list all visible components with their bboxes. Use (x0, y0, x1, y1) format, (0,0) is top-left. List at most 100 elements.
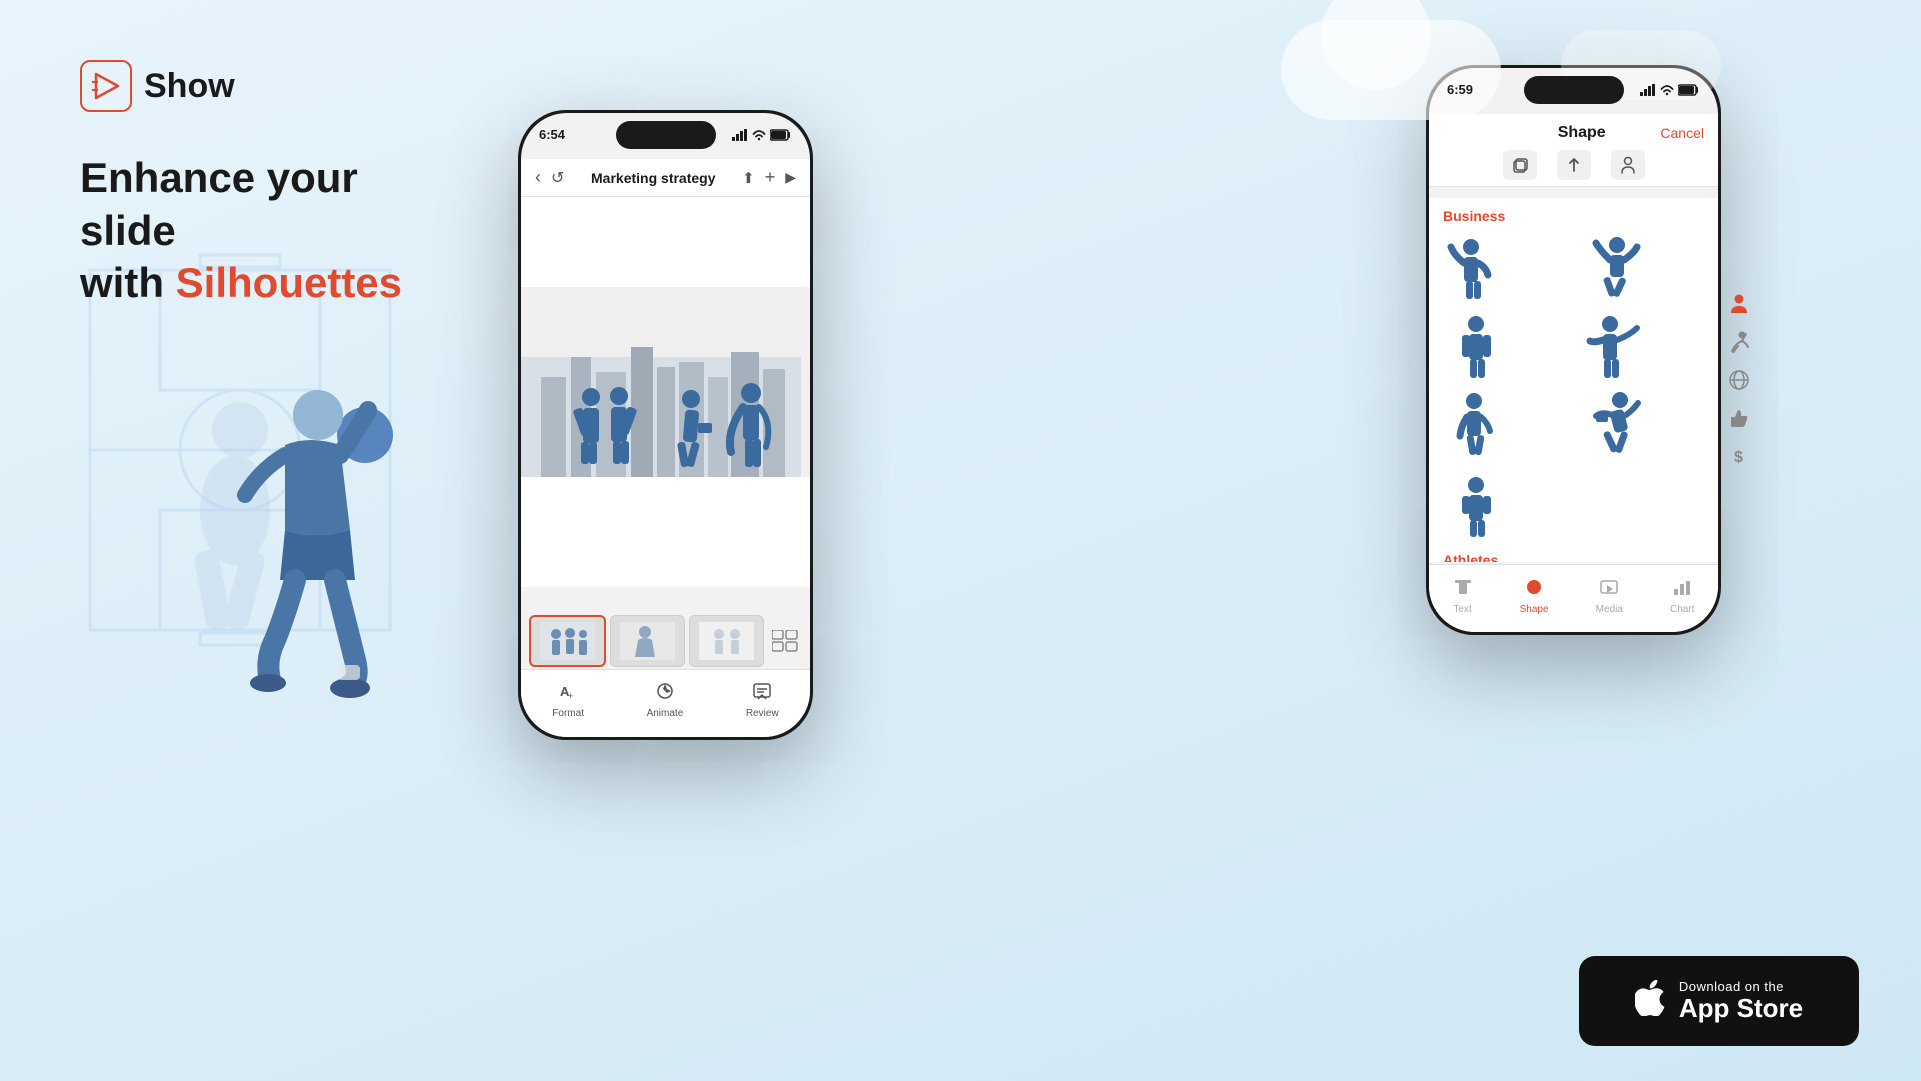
thumbsup-category-icon[interactable] (1725, 404, 1753, 432)
review-tab[interactable]: Review (746, 681, 779, 719)
slide-content (521, 287, 810, 477)
thumb-silhouette-1 (540, 622, 595, 660)
cancel-button[interactable]: Cancel (1660, 125, 1704, 141)
running-category-icon[interactable] (1725, 328, 1753, 356)
format-icon: A + (558, 681, 578, 706)
logo-area: Show (80, 60, 460, 112)
battery-icon (770, 129, 792, 141)
shape-panel-title-row: Shape Cancel (1443, 124, 1704, 142)
biz-silhouette-1 (1446, 235, 1511, 300)
format-label: Format (552, 708, 584, 719)
phone-2-status-bar: 6:59 (1447, 82, 1700, 97)
phone2-signal-icon (1640, 84, 1656, 96)
svg-text:$: $ (1734, 449, 1743, 466)
apple-logo-svg (1635, 980, 1665, 1016)
business-shape-grid (1443, 232, 1708, 458)
business-shape-5[interactable] (1443, 388, 1513, 458)
slides-icon[interactable] (768, 624, 802, 658)
thumbsup-cat-svg (1728, 407, 1750, 429)
copy-icon-svg (1511, 156, 1529, 174)
chart-tab[interactable]: Chart (1670, 577, 1694, 615)
business-shape-2[interactable] (1580, 232, 1650, 302)
dollar-category-icon[interactable]: $ (1725, 442, 1753, 470)
shape-panel-title: Shape (1503, 124, 1660, 142)
biz-silhouette-7 (1446, 473, 1511, 538)
format-svg: A + (558, 681, 578, 701)
signal-icon (732, 129, 748, 141)
app-store-line1: Download on the (1679, 979, 1803, 994)
text-tab-icon (1453, 577, 1473, 602)
phone-1-status-bar: 6:54 (539, 127, 792, 142)
thumbnail-1[interactable] (529, 615, 606, 667)
review-label: Review (746, 708, 779, 719)
biz-silhouette-2 (1582, 235, 1647, 300)
text-tab[interactable]: Text (1453, 577, 1473, 615)
arrange-icon-svg (1565, 156, 1583, 174)
nav-left-icons: ‹ ↺ (535, 167, 564, 188)
undo-icon[interactable]: ↺ (551, 168, 564, 188)
phone-1-status-icons (732, 129, 792, 141)
business-shape-1[interactable] (1443, 232, 1513, 302)
business-shape-4[interactable] (1580, 310, 1650, 380)
media-icon-svg (1599, 577, 1619, 597)
app-store-button[interactable]: Download on the App Store (1579, 956, 1859, 1046)
review-icon (752, 681, 772, 706)
shape-icon-svg (1524, 577, 1544, 597)
biz-silhouette-5 (1446, 391, 1511, 456)
business-shape-3[interactable] (1443, 310, 1513, 380)
arrange-icon[interactable] (1557, 150, 1591, 180)
running-cat-svg (1728, 331, 1750, 353)
person-category-icon[interactable] (1725, 290, 1753, 318)
animate-tab[interactable]: Animate (647, 681, 684, 719)
slide-bottom (521, 477, 810, 587)
phone-1-nav-title: Marketing strategy (564, 170, 742, 186)
biz-silhouette-3 (1446, 313, 1511, 378)
format-tab[interactable]: A + Format (552, 681, 584, 719)
slides-grid-icon (772, 630, 798, 652)
play-icon[interactable]: ▶ (785, 169, 796, 186)
thumb-silhouette-2 (620, 622, 675, 660)
text-icon-svg (1453, 577, 1473, 597)
phone-2-status-icons (1640, 84, 1700, 96)
phone2-wifi-icon (1660, 84, 1674, 96)
media-tab[interactable]: Media (1596, 577, 1623, 615)
business-shape-6[interactable] (1580, 388, 1650, 458)
logo-text: Show (144, 67, 235, 106)
phone-1: 6:54 (518, 110, 813, 740)
shape-grid-area: Business (1429, 198, 1718, 562)
text-tab-label: Text (1453, 604, 1471, 615)
sidebar-category-icons: $ (1725, 290, 1753, 470)
shape-tab[interactable]: Shape (1520, 577, 1549, 615)
back-icon[interactable]: ‹ (535, 167, 541, 188)
app-store-text: Download on the App Store (1679, 979, 1803, 1023)
thumbnail-2[interactable] (610, 615, 685, 667)
animate-svg (655, 681, 675, 701)
phone-2-time: 6:59 (1447, 82, 1473, 97)
biz-silhouette-4 (1582, 313, 1647, 378)
headline-line2-colored: Silhouettes (176, 259, 402, 306)
animate-icon (655, 681, 675, 706)
share-icon[interactable]: ⬆ (742, 169, 755, 187)
logo-svg (90, 70, 122, 102)
globe-category-icon[interactable] (1725, 366, 1753, 394)
phone-1-toolbar: A + Format Animate (521, 669, 810, 737)
chart-tab-icon (1672, 577, 1692, 602)
add-icon[interactable]: + (765, 167, 776, 188)
animate-label: Animate (647, 708, 684, 719)
shape-tab-icons (1443, 150, 1704, 180)
phone-1-nav: ‹ ↺ Marketing strategy ⬆ + ▶ (521, 159, 810, 197)
media-tab-icon (1599, 577, 1619, 602)
review-svg (752, 681, 772, 701)
headline: Enhance your slide with Silhouettes (80, 152, 460, 310)
dollar-cat-svg: $ (1728, 445, 1750, 467)
person-icon[interactable] (1611, 150, 1645, 180)
phone-1-inner: 6:54 (521, 113, 810, 737)
phone-2-toolbar: Text Shape (1429, 564, 1718, 632)
business-shape-7[interactable] (1443, 470, 1513, 540)
thumbnail-3[interactable] (689, 615, 764, 667)
wifi-icon (752, 129, 766, 141)
logo-icon (80, 60, 132, 112)
business-shape-extra (1443, 470, 1708, 540)
copy-shape-icon[interactable] (1503, 150, 1537, 180)
svg-text:+: + (568, 691, 573, 701)
